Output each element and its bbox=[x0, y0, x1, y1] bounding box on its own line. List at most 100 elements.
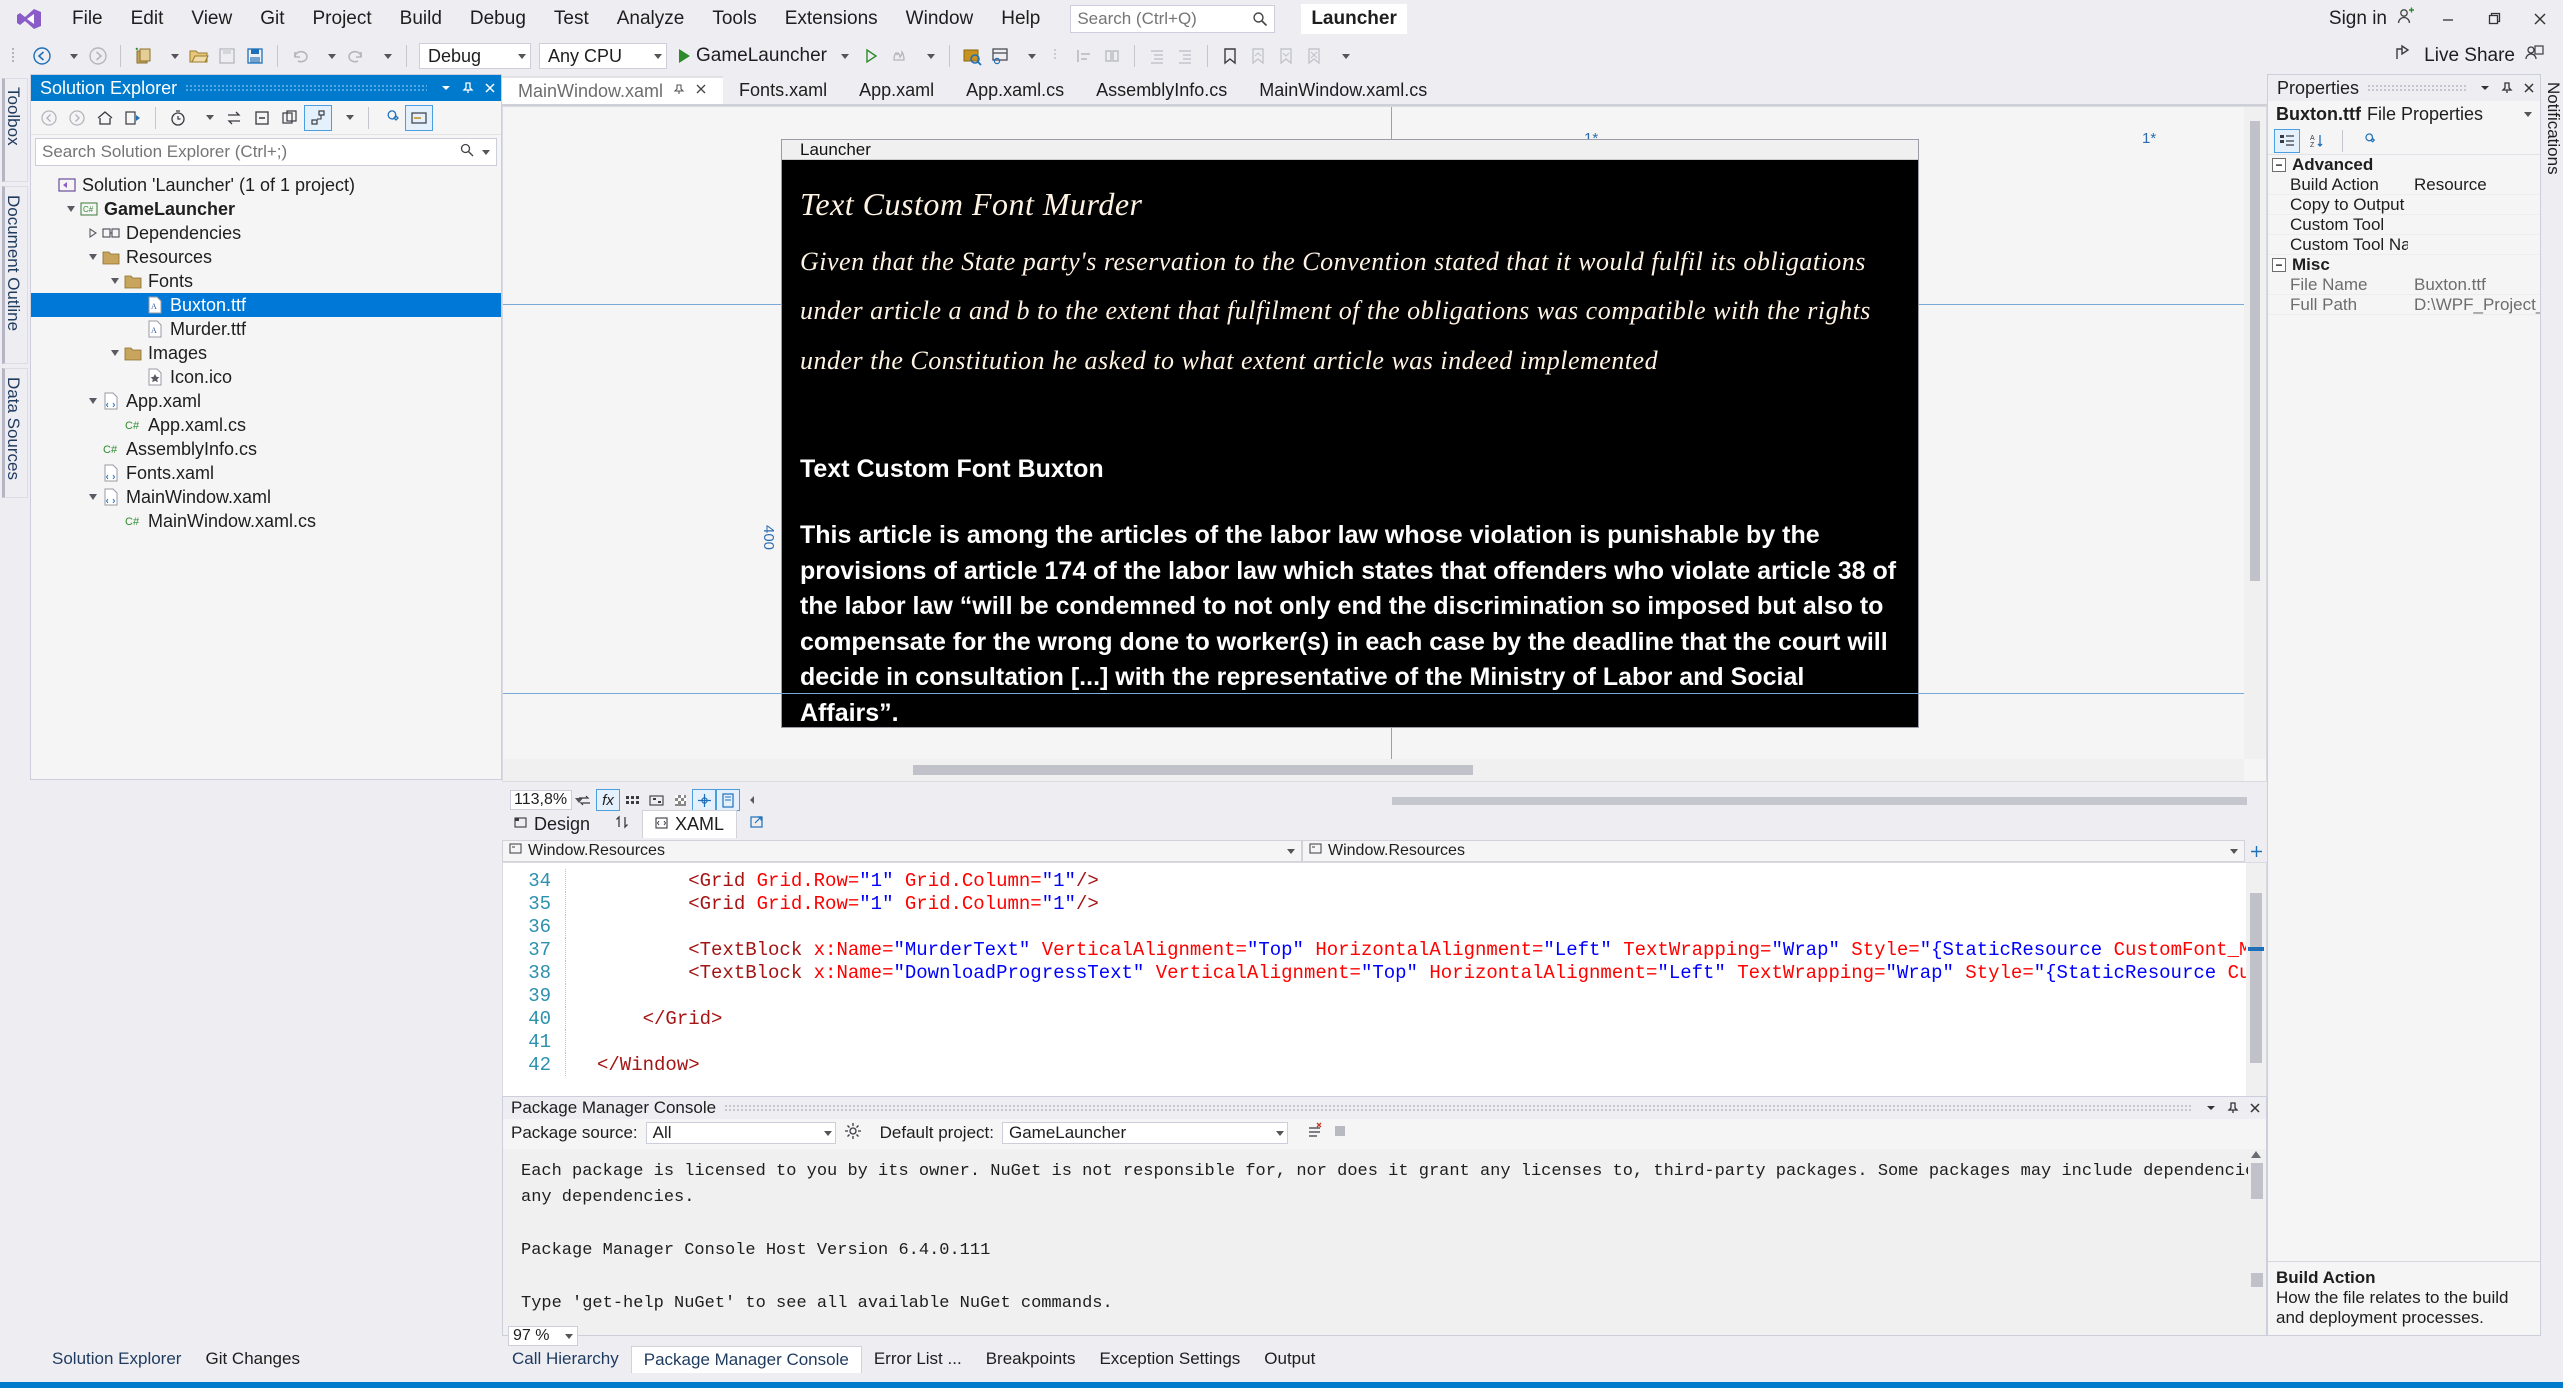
document-tab-mainwindow-xaml-cs[interactable]: MainWindow.xaml.cs bbox=[1243, 76, 1443, 104]
designer-collapse-toolbar-icon[interactable] bbox=[740, 789, 764, 811]
designer-hscrollbar[interactable] bbox=[503, 759, 2244, 781]
swap-panes-button[interactable] bbox=[602, 811, 642, 838]
start-without-debugging-icon[interactable] bbox=[857, 42, 885, 70]
vtab-toolbox[interactable]: Toolbox bbox=[2, 78, 28, 182]
property-row[interactable]: Custom Tool bbox=[2268, 215, 2540, 235]
tab-pin-icon[interactable] bbox=[673, 82, 685, 100]
minimize-button[interactable] bbox=[2425, 0, 2471, 38]
property-row[interactable]: Custom Tool Namesp bbox=[2268, 235, 2540, 255]
document-tab-assemblyinfo-cs[interactable]: AssemblyInfo.cs bbox=[1080, 76, 1243, 104]
maximize-button[interactable] bbox=[2471, 0, 2517, 38]
code-line[interactable]: 41 bbox=[503, 1030, 2266, 1053]
designer-splitter[interactable] bbox=[1392, 797, 2247, 805]
panel-close-icon[interactable] bbox=[479, 77, 501, 99]
pmc-vscroll-thumb-2[interactable] bbox=[2251, 1273, 2263, 1287]
status-tab-error-list[interactable]: Error List ... bbox=[862, 1346, 974, 1372]
start-debug-button[interactable]: GameLauncher bbox=[671, 42, 857, 70]
status-left-tabs[interactable]: Solution Explorer Git Changes bbox=[40, 1346, 312, 1372]
vtab-data-sources[interactable]: Data Sources bbox=[2, 368, 28, 498]
menu-git[interactable]: Git bbox=[246, 4, 298, 34]
se-pending-changes-dropdown[interactable] bbox=[192, 105, 220, 131]
open-file-icon[interactable] bbox=[185, 42, 213, 70]
pmc-close-icon[interactable] bbox=[2244, 1097, 2266, 1119]
code-lines[interactable]: 34 <Grid Grid.Row="1" Grid.Column="1"/> 3… bbox=[503, 863, 2266, 1076]
tree-item-app-xaml[interactable]: App.xaml bbox=[31, 389, 501, 413]
property-row[interactable]: Full Path D:\WPF_Project_Custom_ bbox=[2268, 295, 2540, 315]
chevron-down-icon[interactable] bbox=[85, 396, 101, 406]
document-tab-fonts-xaml[interactable]: Fonts.xaml bbox=[723, 76, 843, 104]
status-tab-breakpoints[interactable]: Breakpoints bbox=[974, 1346, 1088, 1372]
document-tab-strip[interactable]: MainWindow.xaml Fonts.xaml App.xaml App.xam… bbox=[502, 74, 2267, 104]
categorized-view-icon[interactable] bbox=[2274, 128, 2300, 153]
designer-snap-grid-icon[interactable] bbox=[644, 789, 668, 811]
undo-dropdown[interactable] bbox=[314, 42, 342, 70]
select-element-icon[interactable] bbox=[958, 42, 986, 70]
live-visual-tree-icon[interactable] bbox=[986, 42, 1014, 70]
menu-project[interactable]: Project bbox=[299, 4, 386, 34]
alphabetical-view-icon[interactable]: AZ bbox=[2304, 129, 2330, 153]
pmc-scroll-up-icon[interactable] bbox=[2251, 1151, 2261, 1158]
property-row[interactable]: Build Action Resource bbox=[2268, 175, 2540, 195]
se-sync-with-active-document-icon[interactable] bbox=[119, 105, 147, 131]
status-tab-git-changes[interactable]: Git Changes bbox=[193, 1346, 312, 1372]
tree-item-fonts[interactable]: Fonts bbox=[31, 269, 501, 293]
navigate-backward-button[interactable] bbox=[28, 42, 56, 70]
properties-menu-chevron-down-icon[interactable] bbox=[2474, 77, 2496, 99]
code-line[interactable]: 36 bbox=[503, 915, 2266, 938]
designer-snap-to-guides-icon[interactable] bbox=[692, 789, 716, 811]
status-tab-output[interactable]: Output bbox=[1252, 1346, 1327, 1372]
menu-window[interactable]: Window bbox=[892, 4, 988, 34]
status-tab-exception-settings[interactable]: Exception Settings bbox=[1087, 1346, 1252, 1372]
se-collapse-all-icon[interactable] bbox=[248, 105, 276, 131]
close-button[interactable] bbox=[2517, 0, 2563, 38]
pmc-vscroll-thumb[interactable] bbox=[2251, 1163, 2263, 1199]
se-pending-changes-icon[interactable] bbox=[164, 105, 192, 131]
search-options-caret-icon[interactable] bbox=[482, 149, 490, 155]
property-value[interactable]: D:\WPF_Project_Custom_ bbox=[2408, 295, 2540, 315]
pmc-pin-icon[interactable] bbox=[2222, 1097, 2244, 1119]
pmc-vscrollbar[interactable] bbox=[2248, 1149, 2266, 1335]
se-preview-selected-items-icon[interactable] bbox=[405, 104, 433, 131]
se-refresh-icon[interactable] bbox=[220, 105, 248, 131]
navigate-forward-button[interactable] bbox=[84, 42, 112, 70]
package-source-combo[interactable]: All bbox=[645, 1122, 836, 1144]
tree-item-icon-ico[interactable]: Icon.ico bbox=[31, 365, 501, 389]
property-row[interactable]: File Name Buxton.ttf bbox=[2268, 275, 2540, 295]
property-group-header[interactable]: − Misc bbox=[2268, 255, 2540, 275]
design-surface[interactable]: 1* 1* 400 Launcher Text Custom Font Murd… bbox=[503, 107, 2244, 759]
live-share-area[interactable]: Live Share bbox=[2394, 44, 2545, 68]
panel-drag-handle[interactable] bbox=[185, 84, 427, 92]
designer-reset-zoom-icon[interactable] bbox=[572, 789, 596, 811]
tree-item-murder-ttf[interactable]: A Murder.ttf bbox=[31, 317, 501, 341]
property-value[interactable]: Resource bbox=[2408, 175, 2540, 195]
configuration-combo[interactable]: Debug bbox=[419, 43, 531, 69]
properties-grid[interactable]: − Advanced Build Action Resource Copy to Out… bbox=[2268, 155, 2540, 315]
designer-show-artboard-icon[interactable] bbox=[716, 789, 740, 811]
menu-analyze[interactable]: Analyze bbox=[603, 4, 699, 34]
code-vscroll-thumb[interactable] bbox=[2250, 893, 2262, 1063]
tree-item-assemblyinfo-cs[interactable]: C# AssemblyInfo.cs bbox=[31, 437, 501, 461]
menu-help[interactable]: Help bbox=[987, 4, 1054, 34]
designer-hscroll-thumb[interactable] bbox=[913, 765, 1473, 775]
tree-item-mainwindow-xaml[interactable]: MainWindow.xaml bbox=[31, 485, 501, 509]
designer-effects-icon[interactable]: fx bbox=[596, 789, 620, 811]
live-visual-tree-dropdown[interactable] bbox=[1014, 42, 1042, 70]
xaml-designer[interactable]: 1* 1* 400 Launcher Text Custom Font Murd… bbox=[502, 106, 2267, 782]
default-project-combo[interactable]: GameLauncher bbox=[1001, 1122, 1288, 1144]
designer-vscrollbar[interactable] bbox=[2244, 107, 2266, 759]
se-home-icon[interactable] bbox=[91, 105, 119, 131]
collapse-expander-icon[interactable]: − bbox=[2272, 258, 2286, 272]
code-line[interactable]: 35 <Grid Grid.Row="1" Grid.Column="1"/> bbox=[503, 892, 2266, 915]
platform-combo[interactable]: Any CPU bbox=[539, 43, 667, 69]
hot-reload-dropdown[interactable] bbox=[913, 42, 941, 70]
chevron-down-icon[interactable] bbox=[85, 252, 101, 262]
notifications-strip[interactable]: Notifications bbox=[2541, 74, 2563, 1336]
properties-close-icon[interactable] bbox=[2518, 77, 2540, 99]
designer-view-tabs[interactable]: Design XAML bbox=[502, 810, 2267, 838]
solution-tree[interactable]: Solution 'Launcher' (1 of 1 project) C# Ga… bbox=[31, 169, 501, 533]
se-properties-icon[interactable] bbox=[377, 105, 405, 131]
package-source-settings-icon[interactable] bbox=[844, 1122, 862, 1145]
collapse-expander-icon[interactable]: − bbox=[2272, 158, 2286, 172]
tree-item-fonts-xaml[interactable]: Fonts.xaml bbox=[31, 461, 501, 485]
sign-in-button[interactable]: Sign in bbox=[2319, 7, 2425, 31]
